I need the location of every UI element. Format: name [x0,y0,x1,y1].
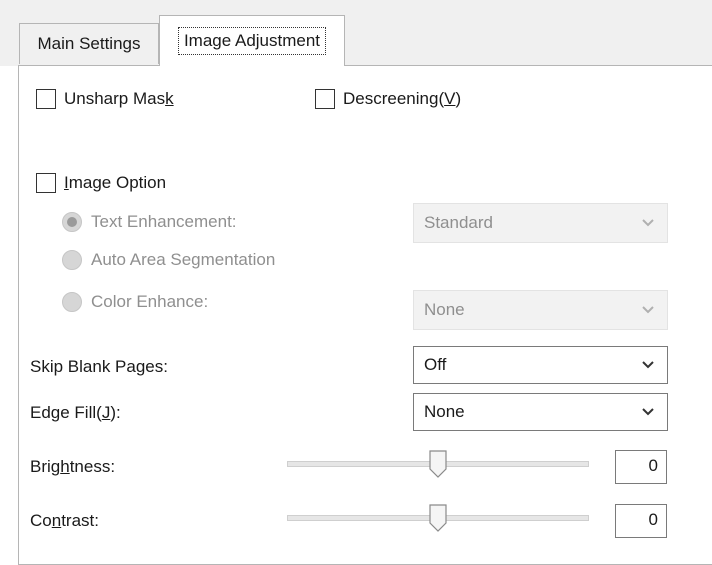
color-enhance-dropdown[interactable]: None [413,290,668,330]
skip-blank-pages-dropdown[interactable]: Off [413,346,668,384]
contrast-value-field[interactable]: 0 [615,504,667,538]
image-option-checkbox[interactable] [36,173,56,193]
brightness-slider-thumb[interactable] [429,450,447,478]
brightness-value-field[interactable]: 0 [615,450,667,484]
chevron-down-icon [642,306,654,314]
chevron-down-icon [642,219,654,227]
chevron-down-icon [642,361,654,369]
skip-blank-pages-label: Skip Blank Pages: [30,357,168,376]
color-enhance-value: None [424,300,465,319]
descreening-checkbox[interactable] [315,89,335,109]
brightness-label: Brightness: [30,457,116,476]
image-option-label[interactable]: Image Option [64,173,166,193]
text-enhancement-label: Text Enhancement: [91,212,237,231]
auto-area-segmentation-radio[interactable] [62,250,82,270]
text-enhancement-radio[interactable] [62,212,82,232]
chevron-down-icon [642,408,654,416]
text-enhancement-value: Standard [424,213,493,232]
edge-fill-value: None [424,402,465,421]
descreening-label[interactable]: Descreening(V) [343,89,461,109]
contrast-slider-thumb[interactable] [429,504,447,532]
skip-blank-pages-value: Off [424,355,447,374]
tab-main-settings[interactable]: Main Settings [19,23,159,64]
tab-main-settings-label: Main Settings [37,34,141,53]
unsharp-mask-label[interactable]: Unsharp Mask [64,89,174,109]
tab-image-adjustment-label: Image Adjustment [177,27,327,55]
unsharp-mask-checkbox[interactable] [36,89,56,109]
edge-fill-dropdown[interactable]: None [413,393,668,431]
color-enhance-label: Color Enhance: [91,292,209,311]
text-enhancement-dropdown[interactable]: Standard [413,203,668,243]
contrast-label: Contrast: [30,511,99,530]
color-enhance-radio[interactable] [62,292,82,312]
tab-strip: Main Settings Image Adjustment [0,0,712,66]
edge-fill-label: Edge Fill(J): [30,403,121,422]
auto-area-segmentation-label: Auto Area Segmentation [91,250,276,269]
tab-image-adjustment[interactable]: Image Adjustment [159,15,345,66]
